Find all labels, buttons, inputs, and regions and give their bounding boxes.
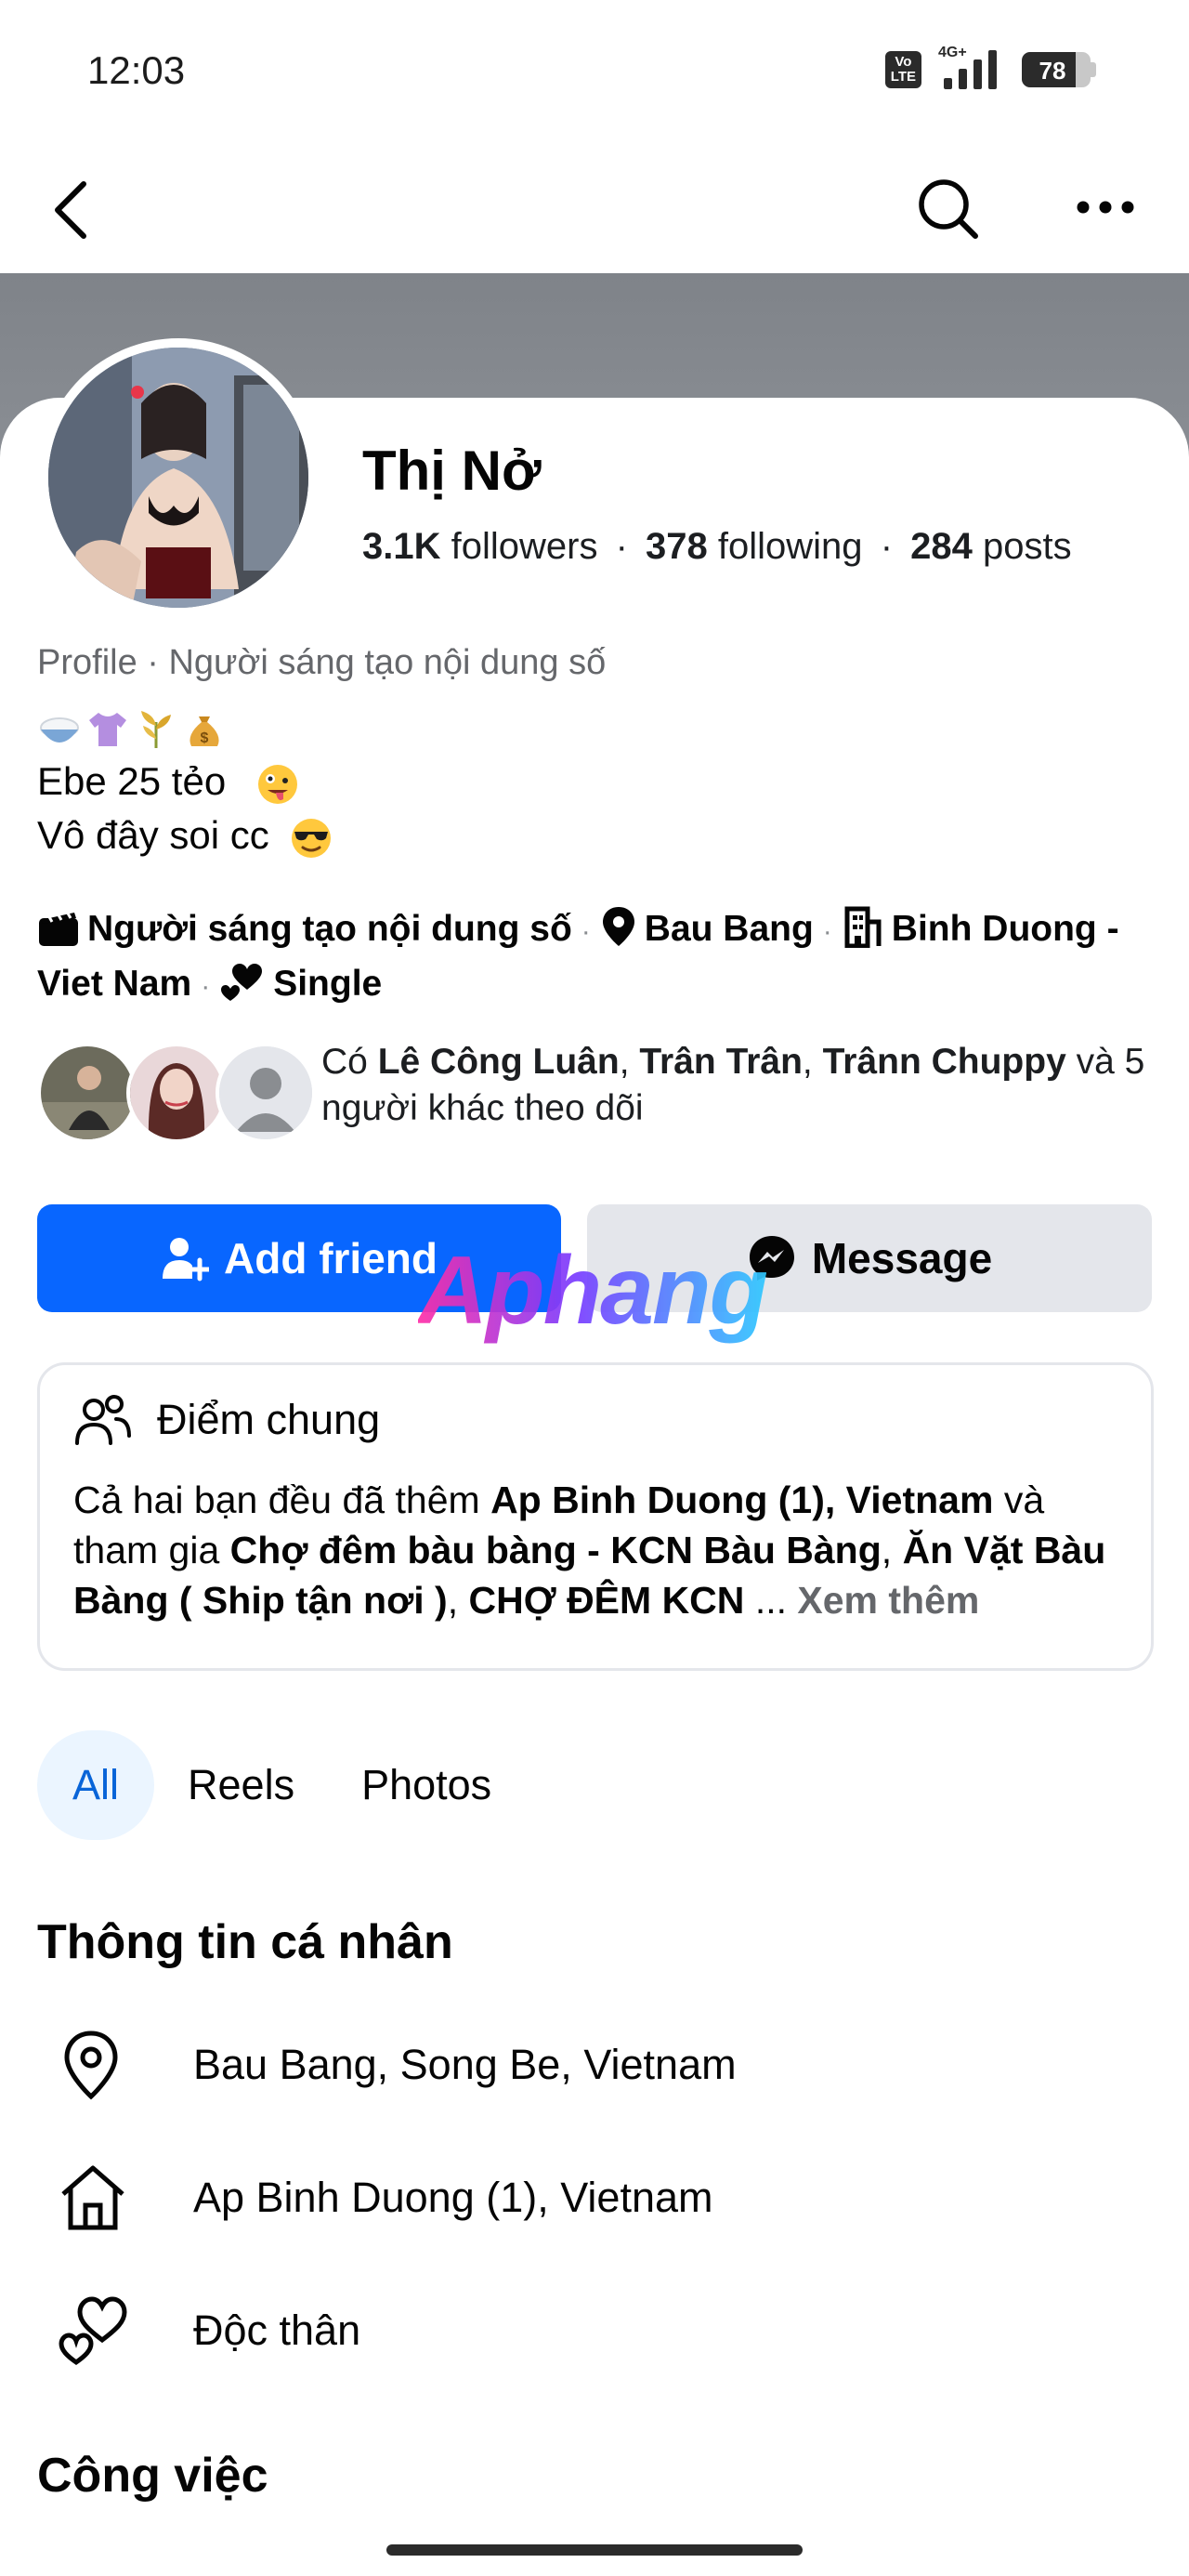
mutual-followers-text: Có Lê Công Luân, Trân Trân, Trânn Chuppy… <box>321 1042 1145 1128</box>
tab-photos[interactable]: Photos <box>328 1730 525 1840</box>
chevron-left-icon <box>55 181 86 239</box>
followers-link[interactable]: 3.1K followers <box>362 526 597 567</box>
sunglasses-face-icon <box>292 818 332 858</box>
watermark-logo: Aphang <box>418 1237 768 1345</box>
battery-level: 78 <box>1039 57 1066 85</box>
hearts-icon <box>59 2296 127 2366</box>
rice-plant-icon <box>141 711 171 748</box>
following-link[interactable]: 378 following <box>646 526 863 567</box>
battery-icon: 78 <box>1022 52 1091 87</box>
info-row-location: Bau Bang, Song Be, Vietnam <box>37 2017 1152 2109</box>
content-tabs: All Reels Photos <box>37 1730 525 1840</box>
bio-line-2: Vô đây soi cc <box>37 808 333 862</box>
detail-work: Người sáng tạo nội dung số <box>37 909 572 949</box>
search-icon <box>919 179 978 239</box>
home-indicator[interactable] <box>386 2544 803 2556</box>
clapperboard-icon <box>39 911 78 946</box>
work-section-title: Công việc <box>37 2449 268 2503</box>
detail-location: Bau Bang <box>600 907 814 949</box>
profile-stats: 3.1K followers · 378 following · 284 pos… <box>362 526 1072 567</box>
posts-link[interactable]: 284 posts <box>910 526 1071 567</box>
mutual-followers[interactable]: Có Lê Công Luân, Trân Trân, Trânn Chuppy… <box>37 1039 1161 1143</box>
bio-emoji-row: $ <box>37 704 333 755</box>
mutual-avatar-2 <box>126 1043 227 1143</box>
tshirt-icon <box>89 713 126 746</box>
things-in-common-card[interactable]: Điểm chung Cả hai bạn đều đã thêm Ap Bin… <box>37 1362 1154 1671</box>
more-dots-icon <box>1077 201 1134 214</box>
detail-relationship: Single <box>219 964 382 1004</box>
volte-icon: Vo LTE <box>884 51 921 88</box>
avatar-photo <box>48 348 308 608</box>
profile-avatar[interactable] <box>48 348 308 608</box>
tab-reels[interactable]: Reels <box>154 1730 328 1840</box>
home-icon <box>61 2165 124 2230</box>
top-nav <box>0 139 1189 274</box>
status-time: 12:03 <box>87 48 186 92</box>
rice-bowl-icon <box>40 717 79 743</box>
status-bar: 12:03 Vo LTE 4G+ 78 <box>0 0 1189 139</box>
search-button[interactable] <box>916 177 981 246</box>
see-more-link[interactable]: Xem thêm <box>797 1579 979 1622</box>
profile-bio: $ Ebe 25 tẻo Vô đây soi cc <box>37 704 333 862</box>
bio-line-1: Ebe 25 tẻo <box>37 755 333 808</box>
common-body: Cả hai bạn đều đã thêm Ap Binh Duong (1)… <box>73 1479 1106 1622</box>
status-icons: Vo LTE 4G+ 78 <box>884 45 1096 91</box>
add-friend-icon <box>163 1238 209 1281</box>
common-header: Điểm chung <box>73 1393 380 1447</box>
location-pin-icon <box>64 2031 118 2100</box>
info-row-home: Ap Binh Duong (1), Vietnam <box>37 2149 1152 2242</box>
network-type: 4G+ <box>938 45 967 60</box>
profile-details: Người sáng tạo nội dung số · Bau Bang · Binh… <box>37 903 1161 1013</box>
info-row-relationship: Độc thân <box>37 2282 1152 2375</box>
profile-name: Thị Nở <box>362 440 542 502</box>
building-icon <box>844 906 882 949</box>
mutual-avatar-1 <box>37 1043 137 1143</box>
signal-icon: 4G+ <box>938 45 1005 91</box>
profile-category: Profile · Người sáng tạo nội dung số <box>37 643 607 682</box>
people-icon <box>75 1395 131 1445</box>
svg-text:$: $ <box>201 730 209 746</box>
zany-face-icon <box>257 764 297 804</box>
tab-all[interactable]: All <box>37 1730 155 1840</box>
back-button[interactable] <box>48 178 95 246</box>
location-pin-icon <box>602 907 634 946</box>
personal-info-title: Thông tin cá nhân <box>37 1915 453 1969</box>
mutual-avatar-3 <box>216 1043 316 1143</box>
money-bag-icon: $ <box>189 716 219 746</box>
hearts-icon <box>221 964 263 1001</box>
more-button[interactable] <box>1076 193 1135 226</box>
